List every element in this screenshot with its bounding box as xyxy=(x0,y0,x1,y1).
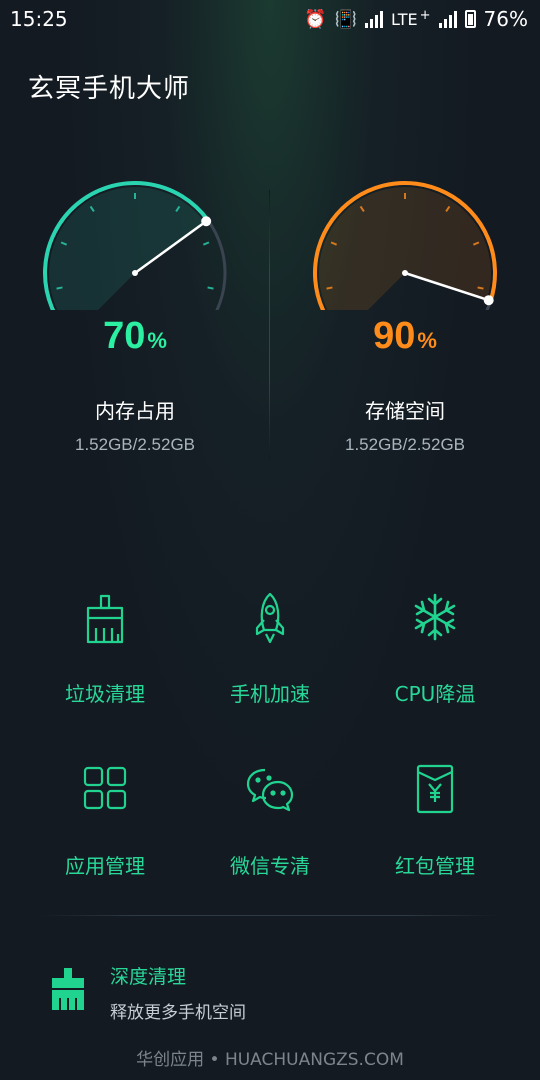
red-envelope-icon xyxy=(416,764,454,814)
signal-icon-2 xyxy=(438,10,457,28)
snowflake-icon xyxy=(414,593,456,641)
memory-gauge[interactable]: 70% 内存占用 1.52GB/2.52GB xyxy=(0,170,270,470)
storage-percent: 90% xyxy=(373,315,437,357)
memory-dial-needle-tip xyxy=(201,216,212,227)
storage-dial-tick xyxy=(326,286,333,290)
storage-gauge[interactable]: 90% 存储空间 1.52GB/2.52GB xyxy=(270,170,540,470)
status-bar: 15:25 ⏰ 📳 LTE + 76% xyxy=(0,0,540,38)
memory-label: 内存占用 xyxy=(95,399,175,423)
storage-dial-hub xyxy=(402,270,408,276)
network-type: LTE xyxy=(391,9,418,29)
memory-dial-tick xyxy=(202,241,210,246)
memory-dial-track xyxy=(197,219,227,338)
status-icons: ⏰ 📳 LTE + 76% xyxy=(304,7,528,31)
tool-phone-boost[interactable]: 手机加速 xyxy=(180,590,360,720)
storage-label: 存储空间 xyxy=(365,399,445,423)
memory-dial-fill xyxy=(48,186,205,334)
app-title: 玄冥手机大师 xyxy=(28,74,191,104)
tool-cpu-cool[interactable]: CPU降温 xyxy=(345,590,525,720)
signal-icon xyxy=(365,10,384,28)
tool-red-envelope[interactable]: 红包管理 xyxy=(345,762,525,892)
storage-dial-tick xyxy=(477,286,484,290)
section-divider xyxy=(40,915,500,916)
storage-dial-needle-tip xyxy=(483,295,494,306)
deep-clean-row[interactable]: 深度清理 释放更多手机空间 xyxy=(48,960,488,1030)
watermark: 华创应用 • HUACHUANGZS.COM xyxy=(136,1050,404,1070)
broom-icon xyxy=(52,968,84,1010)
tool-wechat-clean[interactable]: 微信专清 xyxy=(180,762,360,892)
storage-dial xyxy=(313,181,497,339)
deep-clean-subtitle: 释放更多手机空间 xyxy=(110,1003,246,1023)
app-screen: 15:25 ⏰ 📳 LTE + 76% 玄冥手机大师 70% 内存占用 1.52G… xyxy=(0,0,540,1080)
memory-detail: 1.52GB/2.52GB xyxy=(74,435,196,454)
battery-level: 76% xyxy=(483,7,528,31)
memory-dial-tick xyxy=(56,286,63,290)
wechat-icon xyxy=(246,768,294,812)
gauges-panel: 70% 内存占用 1.52GB/2.52GB 90% 存储空间 1.52GB/2… xyxy=(0,170,540,470)
memory-percent: 70% xyxy=(103,315,167,357)
battery-icon xyxy=(464,10,476,28)
alarm-icon: ⏰ xyxy=(304,8,327,30)
status-time: 15:25 xyxy=(10,7,68,31)
broom-icon xyxy=(86,594,124,644)
memory-dial-hub xyxy=(132,270,138,276)
rocket-icon xyxy=(255,592,285,644)
tool-junk-clean[interactable]: 垃圾清理 xyxy=(15,590,195,720)
tool-app-manage[interactable]: 应用管理 xyxy=(15,762,195,892)
gauge-divider xyxy=(269,190,270,460)
apps-grid-icon xyxy=(83,766,127,810)
memory-dial-tick xyxy=(207,286,214,290)
vibrate-icon: 📳 xyxy=(334,8,358,30)
deep-clean-title: 深度清理 xyxy=(110,966,187,988)
memory-dial xyxy=(43,181,227,339)
storage-detail: 1.52GB/2.52GB xyxy=(344,435,466,454)
